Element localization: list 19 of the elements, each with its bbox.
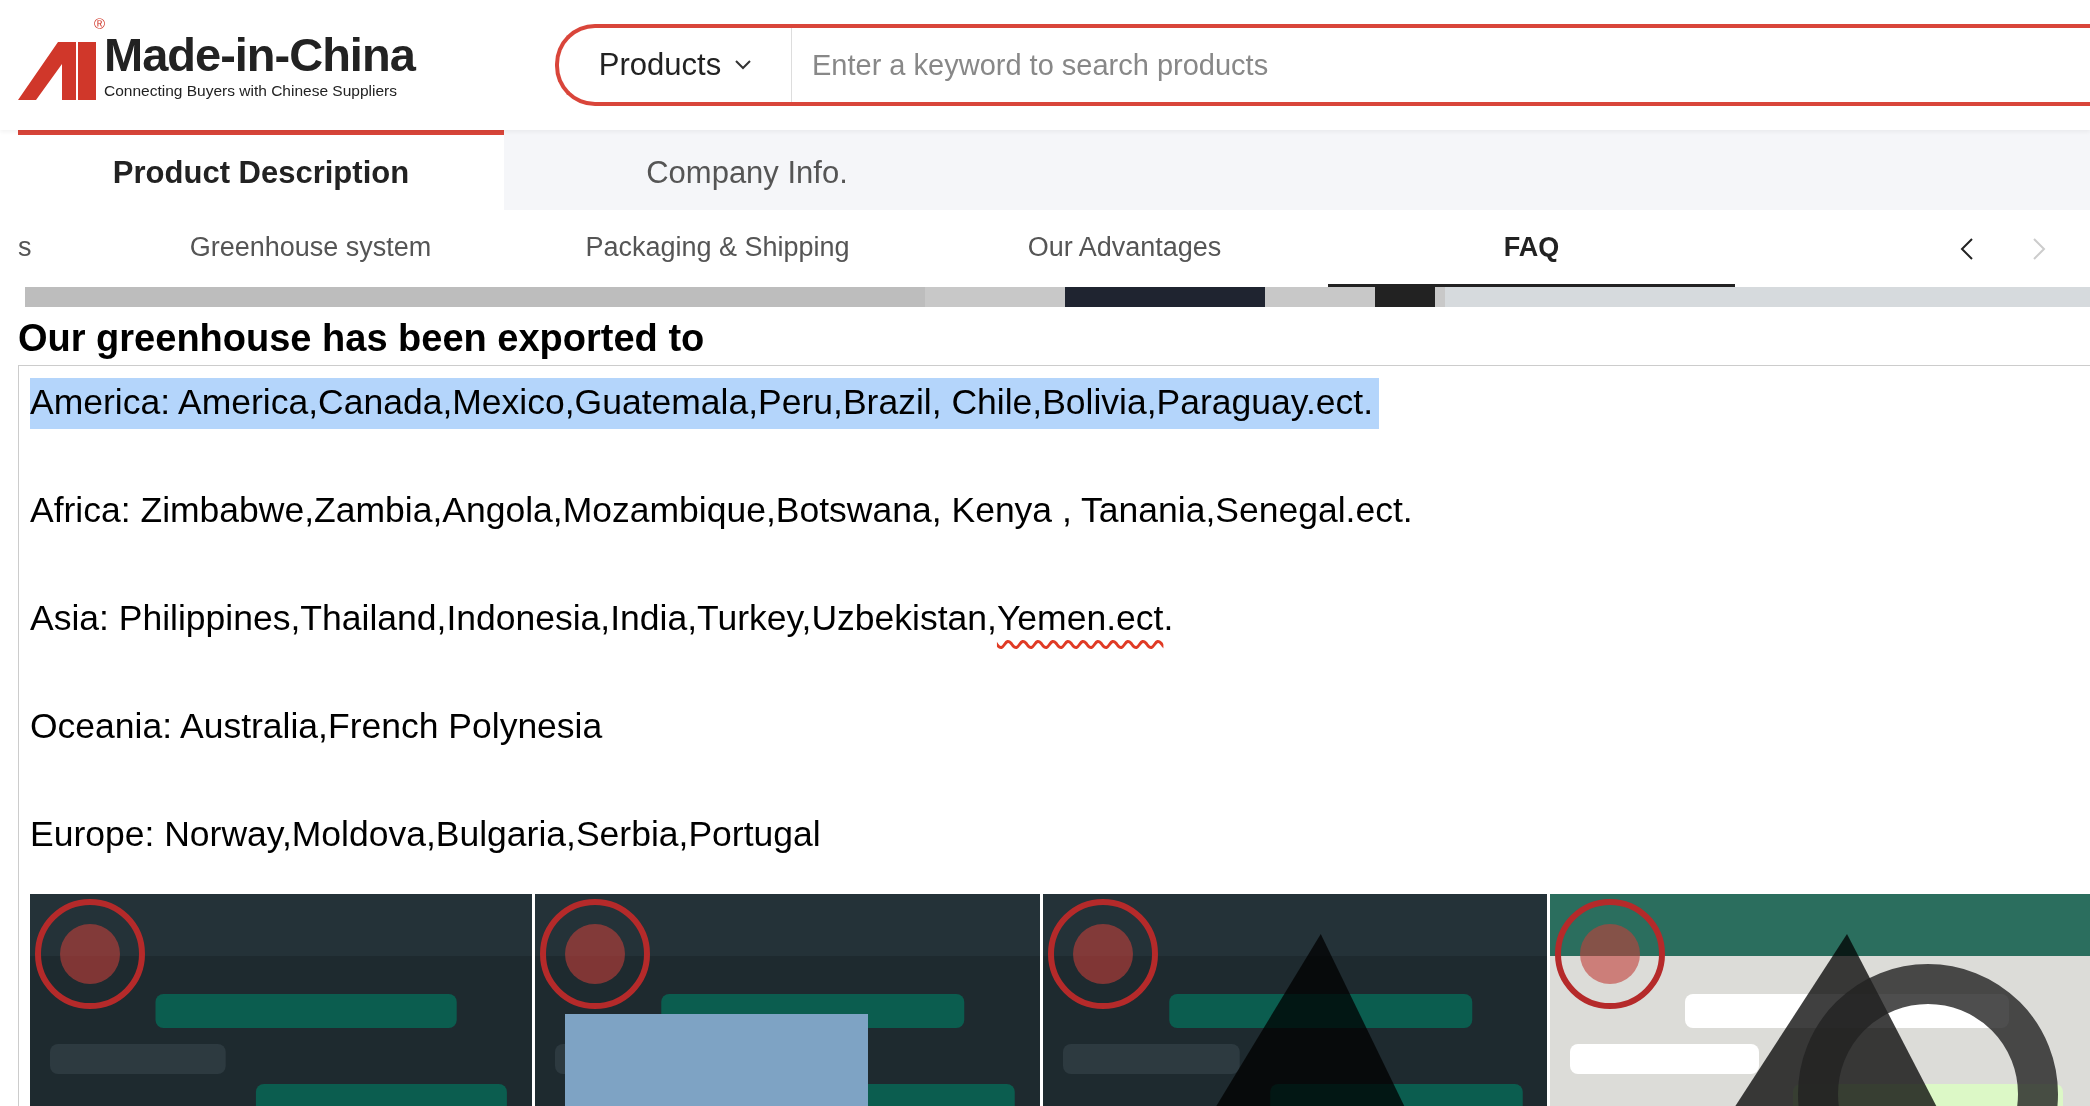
country-list-text: America: America,Canada,Mexico,Guatemala,Peru,Brazil, Chile,Bolivia,Paraguay.ect. xyxy=(30,378,1380,429)
section-tab[interactable]: Our Advantages xyxy=(921,210,1328,287)
section-tab[interactable]: Packaging & Shipping xyxy=(514,210,921,287)
section-tab[interactable]: Greenhouse system xyxy=(107,210,514,287)
registered-mark: ® xyxy=(94,14,106,32)
logo-icon xyxy=(18,41,96,100)
chevron-left-icon xyxy=(1960,236,1974,261)
brand-tagline: Connecting Buyers with Chinese Suppliers xyxy=(104,81,398,100)
search-field[interactable]: Products Enter a keyword to search products xyxy=(555,24,2090,106)
chevron-down-icon xyxy=(735,60,752,70)
country-list-text: Europe: Norway,Moldova,Bulgaria,Serbia,Portugal xyxy=(30,813,822,856)
section-heading: Our greenhouse has been exported to xyxy=(17,316,706,361)
main-tab[interactable]: Product Description xyxy=(18,130,504,210)
chevron-right-icon xyxy=(2032,236,2046,261)
country-list-text: Asia: Philippines,Thailand,Indonesia,India,Turkey,Uzbekistan,Yemen.ect. xyxy=(30,597,1175,640)
country-list-text: Oceania: Australia,French Polynesia xyxy=(30,705,604,748)
country-list-text: Africa: Zimbabwe,Zambia,Angola,Mozambique,Botswana, Kenya , Tanania,Senegal.ect. xyxy=(30,489,1414,532)
section-tab[interactable]: s xyxy=(18,210,107,287)
brand-name: Made-in-China xyxy=(104,30,415,78)
